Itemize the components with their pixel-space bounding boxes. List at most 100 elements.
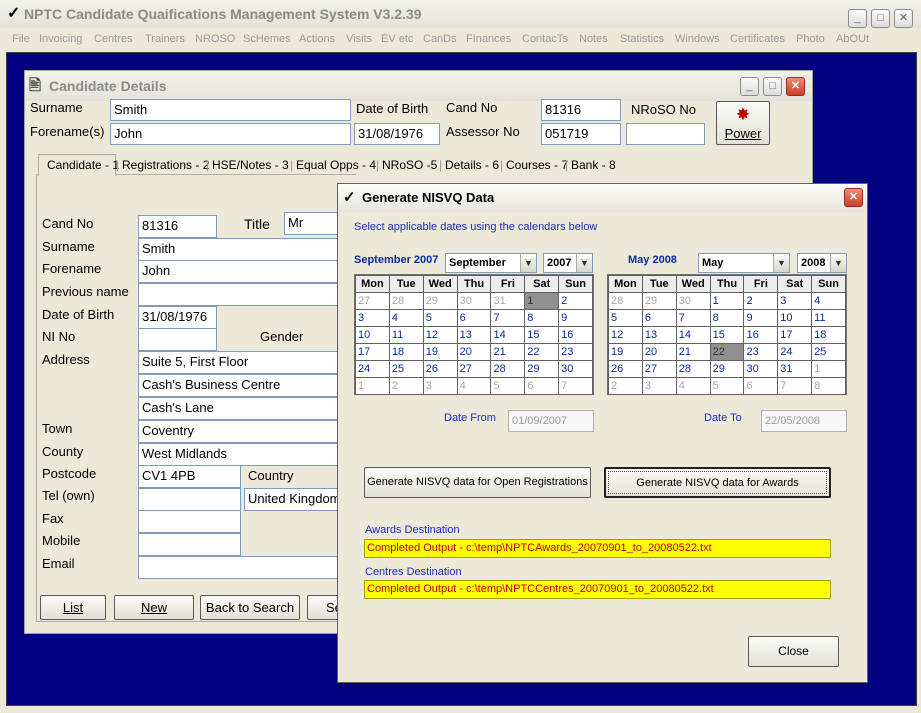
- nroso-no-field[interactable]: [626, 123, 705, 145]
- form-title-field[interactable]: Mr: [284, 212, 344, 235]
- tab-7[interactable]: Courses - 7: [506, 158, 568, 172]
- calendar-day[interactable]: 23: [743, 343, 779, 361]
- cal1-month-select[interactable]: September ▼: [445, 253, 537, 273]
- calendar-day[interactable]: 1: [355, 377, 390, 395]
- tab-2[interactable]: Registrations - 2: [122, 158, 209, 172]
- tab-1[interactable]: Candidate - 1: [47, 158, 119, 172]
- calendar-day[interactable]: 29: [641, 292, 677, 310]
- calendar-day[interactable]: 2: [558, 292, 593, 310]
- nisvq-close-button[interactable]: Close: [748, 636, 839, 667]
- cand-no-header-field[interactable]: 81316: [541, 99, 621, 121]
- calendar-day[interactable]: 7: [490, 309, 526, 327]
- calendar-day[interactable]: 5: [490, 377, 526, 395]
- calendar-day[interactable]: 3: [777, 292, 813, 310]
- calendar-day[interactable]: 21: [490, 343, 526, 361]
- calendar-day[interactable]: 1: [709, 292, 745, 310]
- calendar-day[interactable]: 19: [608, 343, 643, 361]
- date-to-field[interactable]: 22/05/2008: [761, 410, 847, 432]
- calendar-day[interactable]: 2: [743, 292, 779, 310]
- menu-item[interactable]: Notes: [579, 33, 608, 45]
- menu-item[interactable]: Statistics: [620, 33, 664, 45]
- close-button[interactable]: ✕: [894, 9, 913, 28]
- calendar-day[interactable]: 29: [709, 360, 745, 378]
- calendar-day[interactable]: 5: [709, 377, 745, 395]
- menu-item[interactable]: Invoicing: [39, 33, 82, 45]
- list-button[interactable]: List: [40, 595, 106, 620]
- form-dob-field[interactable]: 31/08/1976: [138, 306, 217, 329]
- calendar-day[interactable]: 25: [811, 343, 846, 361]
- calendar-day[interactable]: 20: [456, 343, 492, 361]
- calendar-day[interactable]: 5: [422, 309, 458, 327]
- menu-item[interactable]: Photo: [796, 33, 825, 45]
- calendar-day[interactable]: 11: [388, 326, 424, 344]
- form-tel-field[interactable]: [138, 488, 241, 511]
- calendar-day[interactable]: 20: [641, 343, 677, 361]
- calendar-day[interactable]: 3: [641, 377, 677, 395]
- calendar-day[interactable]: 9: [558, 309, 593, 327]
- candidate-close-button[interactable]: ✕: [786, 77, 805, 96]
- calendar-day[interactable]: 28: [675, 360, 711, 378]
- power-button[interactable]: ✸ Power: [716, 101, 770, 145]
- calendar-day[interactable]: 7: [558, 377, 593, 395]
- dob-header-field[interactable]: 31/08/1976: [354, 123, 440, 145]
- calendar-day[interactable]: 7: [777, 377, 813, 395]
- menu-item[interactable]: Windows: [675, 33, 720, 45]
- form-town-field[interactable]: Coventry: [138, 420, 348, 443]
- calendar-day[interactable]: 14: [675, 326, 711, 344]
- form-cand-no-field[interactable]: 81316: [138, 215, 217, 238]
- calendar-day[interactable]: 13: [456, 326, 492, 344]
- menu-item[interactable]: EV etc: [381, 33, 413, 45]
- menu-item[interactable]: FInances: [466, 33, 511, 45]
- cal2-year-select[interactable]: 2008 ▼: [797, 253, 847, 273]
- candidate-minimize-button[interactable]: _: [740, 77, 759, 96]
- calendar-day[interactable]: 3: [355, 309, 390, 327]
- form-address1-field[interactable]: Suite 5, First Floor: [138, 351, 348, 374]
- calendar-day[interactable]: 6: [743, 377, 779, 395]
- calendar-day[interactable]: 13: [641, 326, 677, 344]
- calendar-day[interactable]: 29: [524, 360, 560, 378]
- form-address2-field[interactable]: Cash's Business Centre: [138, 374, 348, 397]
- calendar-day[interactable]: 19: [422, 343, 458, 361]
- calendar-day[interactable]: 22: [709, 343, 745, 361]
- form-mobile-field[interactable]: [138, 533, 241, 556]
- form-address3-field[interactable]: Cash's Lane: [138, 397, 348, 420]
- menu-item[interactable]: Trainers: [145, 33, 185, 45]
- calendar-day[interactable]: 27: [641, 360, 677, 378]
- menu-item[interactable]: NROSO: [195, 33, 235, 45]
- menu-item[interactable]: Visits: [346, 33, 372, 45]
- calendar-day[interactable]: 14: [490, 326, 526, 344]
- calendar-day[interactable]: 8: [811, 377, 846, 395]
- calendar-day[interactable]: 4: [456, 377, 492, 395]
- menu-item[interactable]: ContacTs: [522, 33, 568, 45]
- calendar-day[interactable]: 28: [490, 360, 526, 378]
- tab-4[interactable]: Equal Opps - 4: [296, 158, 376, 172]
- calendar-day[interactable]: 16: [558, 326, 593, 344]
- calendar-day[interactable]: 16: [743, 326, 779, 344]
- calendar-day[interactable]: 29: [422, 292, 458, 310]
- cal1-year-select[interactable]: 2007 ▼: [543, 253, 593, 273]
- calendar-day[interactable]: 30: [743, 360, 779, 378]
- tab-8[interactable]: Bank - 8: [571, 158, 616, 172]
- menu-item[interactable]: AbOUt: [836, 33, 869, 45]
- calendar-day[interactable]: 28: [608, 292, 643, 310]
- calendar-day[interactable]: 17: [777, 326, 813, 344]
- form-country-field[interactable]: United Kingdom: [244, 488, 344, 511]
- assessor-no-field[interactable]: 051719: [541, 123, 621, 145]
- form-surname-field[interactable]: Smith: [138, 238, 348, 261]
- calendar-day[interactable]: 17: [355, 343, 390, 361]
- calendar-day[interactable]: 15: [524, 326, 560, 344]
- calendar-day[interactable]: 4: [388, 309, 424, 327]
- nisvq-close-icon[interactable]: ✕: [844, 188, 863, 207]
- calendar-day[interactable]: 7: [675, 309, 711, 327]
- generate-open-registrations-button[interactable]: Generate NISVQ data for Open Registratio…: [364, 467, 591, 498]
- new-button[interactable]: New: [114, 595, 194, 620]
- calendar-day[interactable]: 24: [355, 360, 390, 378]
- menu-item[interactable]: Certificates: [730, 33, 785, 45]
- calendar-day[interactable]: 28: [388, 292, 424, 310]
- calendar-day[interactable]: 4: [811, 292, 846, 310]
- tab-3[interactable]: HSE/Notes - 3: [212, 158, 289, 172]
- form-previous-name-field[interactable]: [138, 283, 348, 306]
- maximize-button[interactable]: □: [871, 9, 890, 28]
- tab-6[interactable]: Details - 6: [445, 158, 499, 172]
- calendar-day[interactable]: 31: [490, 292, 526, 310]
